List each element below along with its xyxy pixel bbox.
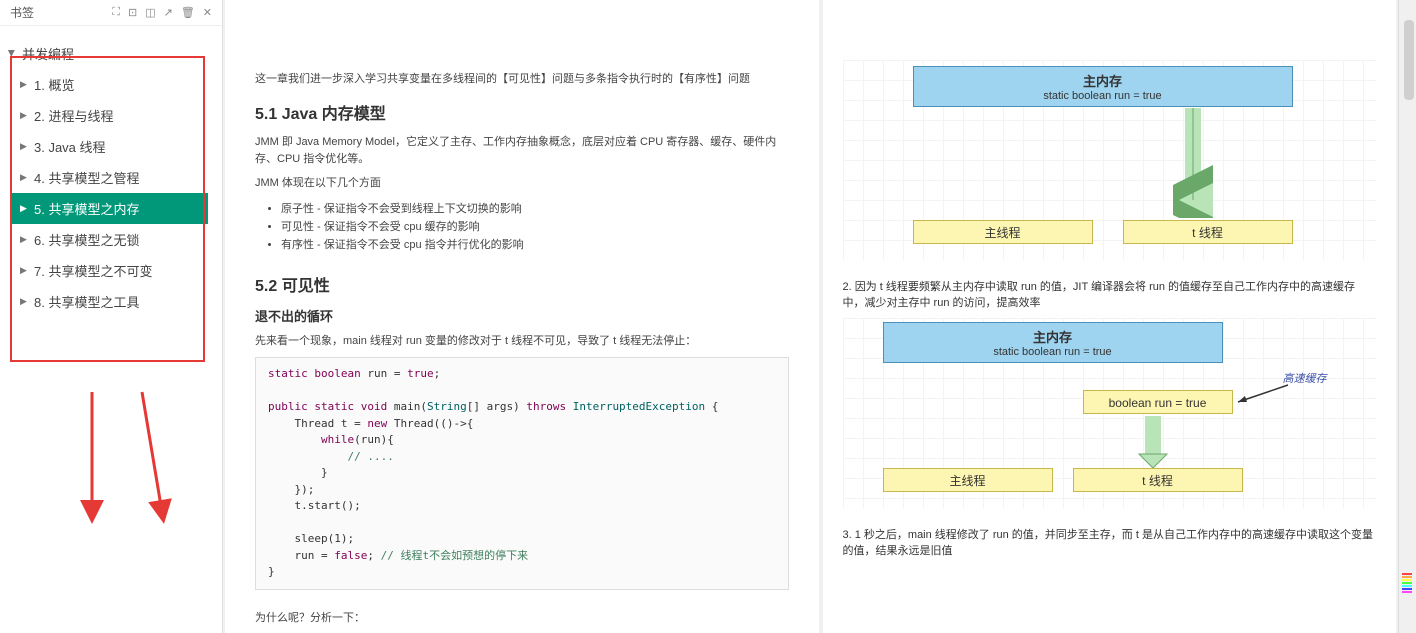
scrollbar-thumb[interactable]: [1404, 20, 1414, 100]
outline-item-label: 1. 概览: [34, 75, 74, 94]
t-thread-box: t 线程: [1123, 220, 1293, 244]
outline-tree: ▶ 并发编程 ▶ 1. 概览 ▶ 2. 进程与线程 ▶ 3. Java 线程 ▶ 4. 共享模…: [12, 32, 208, 317]
outline-container: ▶ 并发编程 ▶ 1. 概览 ▶ 2. 进程与线程 ▶ 3. Java 线程 ▶ 4. 共享模…: [12, 32, 208, 327]
outline-item[interactable]: ▶ 1. 概览: [12, 69, 208, 100]
outline-item[interactable]: ▶ 2. 进程与线程: [12, 100, 208, 131]
outline-item-label: 7. 共享模型之不可变: [34, 261, 152, 280]
chevron-right-icon: ▶: [20, 265, 27, 276]
note-3: 3. 1 秒之后，main 线程修改了 run 的值，并同步至主存，而 t 是从…: [843, 526, 1377, 558]
outline-item-label: 3. Java 线程: [34, 137, 106, 156]
main-memory-title-2: 主内存: [890, 327, 1216, 346]
subheading-loop: 退不出的循环: [255, 306, 789, 325]
note-2: 2. 因为 t 线程要频繁从主内存中读取 run 的值，JIT 编译器会将 ru…: [843, 278, 1377, 310]
chevron-right-icon: ▶: [20, 110, 27, 121]
chevron-right-icon: ▶: [20, 296, 27, 307]
outline-item[interactable]: ▶ 5. 共享模型之内存: [12, 193, 208, 224]
main-memory-sub: static boolean run = true: [920, 90, 1286, 102]
close-icon[interactable]: ✕: [203, 6, 212, 19]
main-memory-box: 主内存 static boolean run = true: [913, 66, 1293, 107]
minimap-colors: [1402, 573, 1412, 593]
list-item: 可见性 - 保证指令不会受 cpu 缓存的影响: [281, 218, 789, 234]
chevron-right-icon: ▶: [20, 234, 27, 245]
main-memory-box-2: 主内存 static boolean run = true: [883, 322, 1223, 363]
outline-item[interactable]: ▶ 8. 共享模型之工具: [12, 286, 208, 317]
heading-5-2: 5.2 可见性: [255, 272, 789, 296]
outline-item[interactable]: ▶ 7. 共享模型之不可变: [12, 255, 208, 286]
cache-box: boolean run = true: [1083, 390, 1233, 414]
example-intro: 先来看一个现象，main 线程对 run 变量的修改对于 t 线程不可见，导致了…: [255, 333, 789, 350]
expand-all-icon[interactable]: ⛶: [112, 6, 120, 19]
page-right: 主内存 static boolean run = true 主线程 t 线程 2…: [823, 0, 1397, 633]
main-memory-title: 主内存: [920, 71, 1286, 90]
bookmark-export-icon[interactable]: ↗: [164, 6, 173, 19]
main-memory-sub-2: static boolean run = true: [890, 346, 1216, 358]
heading-5-1: 5.1 Java 内存模型: [255, 100, 789, 124]
outline-item-label: 2. 进程与线程: [34, 106, 113, 125]
bookmark-add-icon[interactable]: ◫: [145, 6, 155, 19]
sidebar-title: 书签: [6, 4, 112, 21]
list-item: 原子性 - 保证指令不会受到线程上下文切换的影响: [281, 200, 789, 216]
page-left: 这一章我们进一步深入学习共享变量在多线程间的【可见性】问题与多条指令执行时的【有…: [225, 0, 819, 633]
bookmark-sidebar: 书签 ⛶ ⊡ ◫ ↗ 🗑 ✕ ▶ 并发编程 ▶ 1. 概览 ▶ 2. 进程与线程 ▶ 3.…: [0, 0, 223, 633]
chevron-right-icon: ▶: [20, 141, 27, 152]
outline-item-label: 6. 共享模型之无锁: [34, 230, 139, 249]
document-pages: 这一章我们进一步深入学习共享变量在多线程间的【可见性】问题与多条指令执行时的【有…: [223, 0, 1416, 633]
sidebar-toolbar: ⛶ ⊡ ◫ ↗ 🗑 ✕: [112, 6, 216, 19]
outline-item-label: 4. 共享模型之管程: [34, 168, 139, 187]
chevron-right-icon: ▶: [20, 79, 27, 90]
jmm-aspects-intro: JMM 体现在以下几个方面: [255, 175, 789, 192]
outline-root-label: 并发编程: [22, 44, 74, 63]
outline-root-item[interactable]: ▶ 并发编程: [12, 38, 208, 69]
diagram-2: 主内存 static boolean run = true boolean ru…: [843, 318, 1377, 508]
diagram-1: 主内存 static boolean run = true 主线程 t 线程: [843, 60, 1377, 260]
arrow-down-icon-2: [1133, 416, 1173, 471]
outline-item-label: 8. 共享模型之工具: [34, 292, 139, 311]
outline-item[interactable]: ▶ 6. 共享模型之无锁: [12, 224, 208, 255]
collapse-icon[interactable]: ⊡: [128, 6, 137, 19]
chapter-intro: 这一章我们进一步深入学习共享变量在多线程间的【可见性】问题与多条指令执行时的【有…: [255, 70, 789, 86]
app-root: 书签 ⛶ ⊡ ◫ ↗ 🗑 ✕ ▶ 并发编程 ▶ 1. 概览 ▶ 2. 进程与线程 ▶ 3.…: [0, 0, 1416, 633]
delete-icon[interactable]: 🗑: [181, 6, 195, 19]
t-thread-box-2: t 线程: [1073, 468, 1243, 492]
main-thread-box-2: 主线程: [883, 468, 1053, 492]
cache-arrow-icon: [1233, 380, 1293, 410]
outline-item[interactable]: ▶ 3. Java 线程: [12, 131, 208, 162]
why-question: 为什么呢？分析一下：: [255, 610, 789, 627]
sidebar-header: 书签 ⛶ ⊡ ◫ ↗ 🗑 ✕: [0, 0, 222, 26]
chevron-right-icon: ▶: [20, 203, 27, 214]
code-block: static boolean run = true; public static…: [255, 357, 789, 590]
arrow-down-icon: [1173, 108, 1213, 218]
vertical-scrollbar[interactable]: [1398, 0, 1416, 633]
annotation-arrows: [72, 382, 172, 532]
chevron-down-icon: ▶: [6, 50, 17, 57]
outline-item[interactable]: ▶ 4. 共享模型之管程: [12, 162, 208, 193]
main-thread-box: 主线程: [913, 220, 1093, 244]
outline-item-label: 5. 共享模型之内存: [34, 199, 139, 218]
chevron-right-icon: ▶: [20, 172, 27, 183]
jmm-aspects-list: 原子性 - 保证指令不会受到线程上下文切换的影响 可见性 - 保证指令不会受 c…: [255, 200, 789, 252]
list-item: 有序性 - 保证指令不会受 cpu 指令并行优化的影响: [281, 236, 789, 252]
jmm-def: JMM 即 Java Memory Model，它定义了主存、工作内存抽象概念，…: [255, 134, 789, 167]
